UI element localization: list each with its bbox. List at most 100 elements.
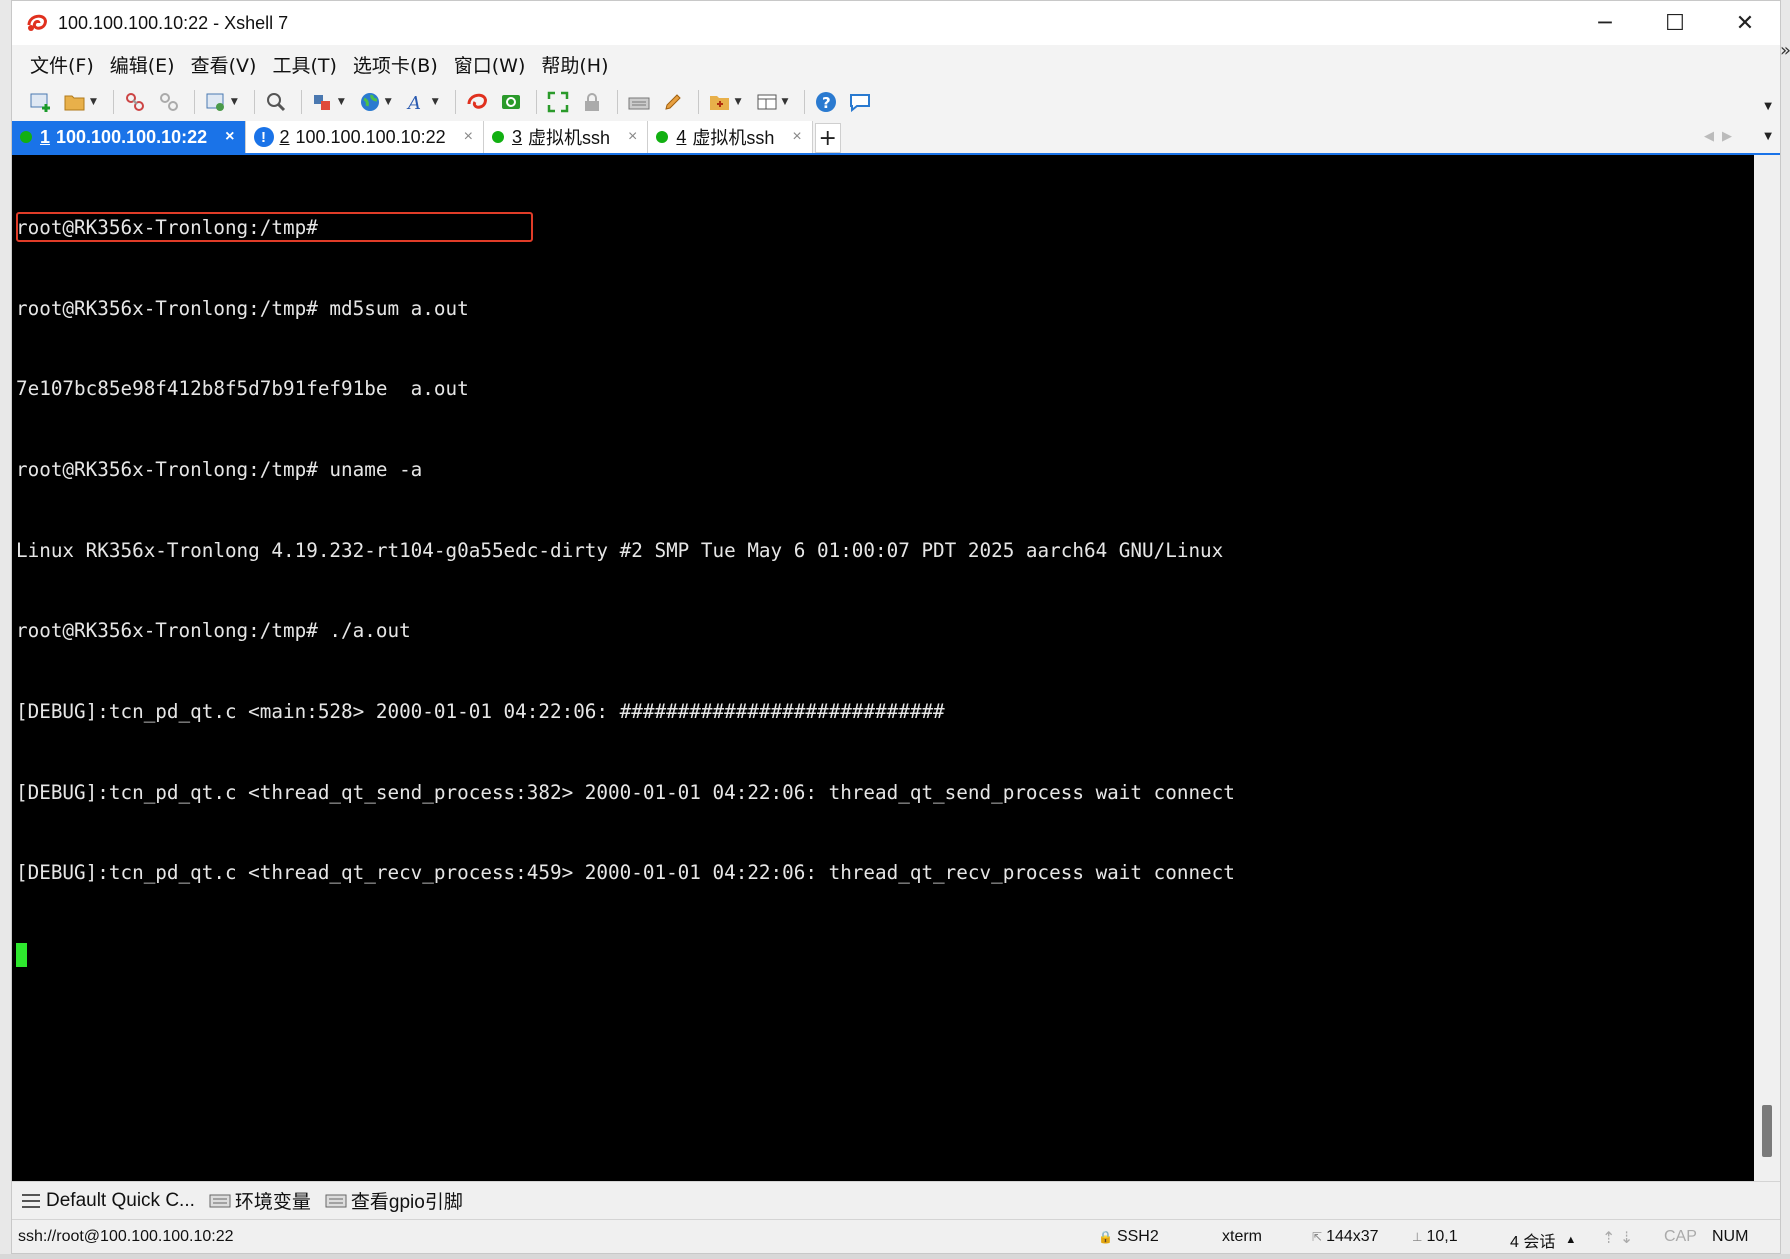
menu-window[interactable]: 窗口(W): [454, 51, 526, 78]
terminal-line: Linux RK356x-Tronlong 4.19.232-rt104-g0a…: [16, 538, 1224, 562]
transfer-icon[interactable]: [310, 89, 336, 115]
transfer-dropdown-icon[interactable]: ▼: [338, 97, 345, 107]
font-icon[interactable]: A: [404, 89, 430, 115]
scroll-arrows-icon[interactable]: ⇡ ⇣: [1602, 1228, 1633, 1248]
xshell-window: 100.100.100.10:22 - Xshell 7 ─ ☐ ✕ 文件(F)…: [11, 0, 1781, 1254]
scrollbar-thumb[interactable]: [1762, 1105, 1772, 1157]
tab-number: 3: [512, 126, 523, 147]
quick-command-label: 查看gpio引脚: [350, 1192, 463, 1213]
tab-label: 虚拟机ssh: [692, 128, 775, 148]
title-bar[interactable]: 100.100.100.10:22 - Xshell 7 ─ ☐ ✕: [12, 1, 1780, 45]
tab-number: 1: [40, 126, 51, 147]
sessions-status[interactable]: 4 会话 ▲: [1510, 1228, 1576, 1252]
tab-session-4[interactable]: 4 虚拟机ssh ×: [648, 121, 813, 153]
highlight-pen-icon[interactable]: [660, 89, 686, 115]
menu-view[interactable]: 查看(V): [191, 51, 257, 78]
tab-session-3[interactable]: 3 虚拟机ssh ×: [484, 121, 649, 153]
new-folder-dropdown-icon[interactable]: ▼: [735, 97, 742, 107]
quick-command-default[interactable]: Default Quick C...: [20, 1190, 195, 1212]
terminal-size-status: ⇱ 144x37: [1312, 1228, 1379, 1245]
terminal-output[interactable]: root@RK356x-Tronlong:/tmp# root@RK356x-T…: [12, 155, 1754, 1181]
cursor-position-status: ⊥ 10,1: [1412, 1228, 1458, 1245]
xftp-icon[interactable]: [498, 89, 524, 115]
svg-text:?: ?: [822, 94, 831, 112]
disconnect-icon[interactable]: [156, 89, 182, 115]
quick-command-label: Default Quick C...: [46, 1189, 195, 1211]
fullscreen-icon[interactable]: [545, 89, 571, 115]
globe-icon[interactable]: [357, 89, 383, 115]
quick-command-env[interactable]: 环境变量: [209, 1187, 311, 1214]
window-controls: ─ ☐ ✕: [1570, 1, 1780, 45]
tab-close-icon[interactable]: ×: [792, 128, 801, 146]
window-title: 100.100.100.10:22 - Xshell 7: [58, 12, 289, 33]
keyboard-icon: [325, 1192, 347, 1210]
tab-session-2[interactable]: ! 2 100.100.100.10:22 ×: [245, 121, 485, 153]
xshell-swirl-icon[interactable]: [464, 89, 490, 115]
lock-icon: 🔒: [1098, 1230, 1113, 1244]
close-button[interactable]: ✕: [1710, 1, 1780, 45]
font-dropdown-icon[interactable]: ▼: [432, 97, 439, 107]
terminal-line: 7e107bc85e98f412b8f5d7b91fef91be a.out: [16, 377, 469, 401]
terminal-line: root@RK356x-Tronlong:/tmp# md5sum a.out: [16, 296, 469, 320]
menu-file[interactable]: 文件(F): [30, 51, 94, 78]
find-icon[interactable]: [263, 89, 289, 115]
properties-icon[interactable]: [203, 89, 229, 115]
maximize-button[interactable]: ☐: [1640, 1, 1710, 45]
background-right-edge: »: [1780, 0, 1790, 1259]
tab-number: 4: [676, 126, 687, 147]
tab-close-icon[interactable]: ×: [464, 128, 473, 146]
resize-icon: ⇱: [1312, 1230, 1323, 1244]
add-tab-button[interactable]: +: [814, 123, 841, 153]
terminal-line: root@RK356x-Tronlong:/tmp# uname -a: [16, 457, 423, 481]
connect-icon[interactable]: [122, 89, 148, 115]
status-bar: ssh://root@100.100.100.10:22 🔒 SSH2 xterm…: [12, 1219, 1780, 1253]
connected-status-icon: [492, 131, 505, 143]
new-folder-icon[interactable]: [707, 89, 733, 115]
open-dropdown-icon[interactable]: ▼: [90, 97, 97, 107]
tab-list-dropdown-icon[interactable]: ▼: [1764, 131, 1772, 142]
keyboard-icon: [209, 1192, 231, 1210]
taskbar-strip: [0, 1254, 1790, 1259]
terminal-line: [DEBUG]:tcn_pd_qt.c <thread_qt_send_proc…: [16, 780, 1235, 804]
sessions-up-icon: ▲: [1565, 1234, 1577, 1246]
menu-bar: 文件(F) 编辑(E) 查看(V) 工具(T) 选项卡(B) 窗口(W) 帮助(…: [12, 45, 1780, 83]
terminal-scrollbar[interactable]: [1754, 155, 1780, 1181]
globe-dropdown-icon[interactable]: ▼: [385, 97, 392, 107]
caps-lock-status: CAP: [1664, 1228, 1697, 1245]
tab-close-icon[interactable]: ×: [225, 128, 234, 146]
tab-label: 100.100.100.10:22: [56, 126, 208, 147]
quick-command-label: 环境变量: [234, 1192, 311, 1213]
quick-command-gpio[interactable]: 查看gpio引脚: [325, 1187, 463, 1214]
toolbar: ▼ ▼ ▼ ▼ A ▼ ▼ ▼ ? ▼: [12, 83, 1780, 121]
layout-icon[interactable]: [754, 89, 780, 115]
connection-address: ssh://root@100.100.100.10:22: [18, 1228, 234, 1245]
chat-icon[interactable]: [847, 89, 873, 115]
terminal-cursor-line: [16, 941, 1750, 968]
open-folder-icon[interactable]: [62, 89, 88, 115]
session-tab-bar: 1 100.100.100.10:22 × ! 2 100.100.100.10…: [12, 121, 1780, 155]
terminal-type-status: xterm: [1222, 1228, 1262, 1245]
terminal-line: root@RK356x-Tronlong:/tmp# ./a.out: [16, 619, 411, 643]
expand-icon: »: [1780, 40, 1790, 61]
tab-close-icon[interactable]: ×: [628, 128, 637, 146]
keyboard-icon[interactable]: [626, 89, 652, 115]
lock-icon[interactable]: [579, 89, 605, 115]
layout-dropdown-icon[interactable]: ▼: [782, 97, 789, 107]
menu-help[interactable]: 帮助(H): [541, 51, 608, 78]
new-session-icon[interactable]: [28, 89, 54, 115]
connected-status-icon: [20, 131, 32, 143]
properties-dropdown-icon[interactable]: ▼: [231, 97, 238, 107]
terminal-line: [DEBUG]:tcn_pd_qt.c <thread_qt_recv_proc…: [16, 861, 1235, 885]
help-icon[interactable]: ?: [813, 89, 839, 115]
menu-tools[interactable]: 工具(T): [272, 51, 336, 78]
menu-tabs[interactable]: 选项卡(B): [353, 51, 438, 78]
cursor-position-icon: ⊥: [1412, 1230, 1423, 1244]
xshell-logo-icon: [24, 10, 50, 36]
tab-session-1[interactable]: 1 100.100.100.10:22 ×: [12, 121, 246, 153]
tab-scroll-arrows-icon[interactable]: ◀▶: [1704, 129, 1740, 144]
toolbar-overflow-icon[interactable]: ▼: [1764, 101, 1772, 112]
menu-edit[interactable]: 编辑(E): [110, 51, 175, 78]
tab-number: 2: [279, 126, 290, 147]
connected-status-icon: [656, 131, 669, 143]
minimize-button[interactable]: ─: [1570, 1, 1640, 45]
